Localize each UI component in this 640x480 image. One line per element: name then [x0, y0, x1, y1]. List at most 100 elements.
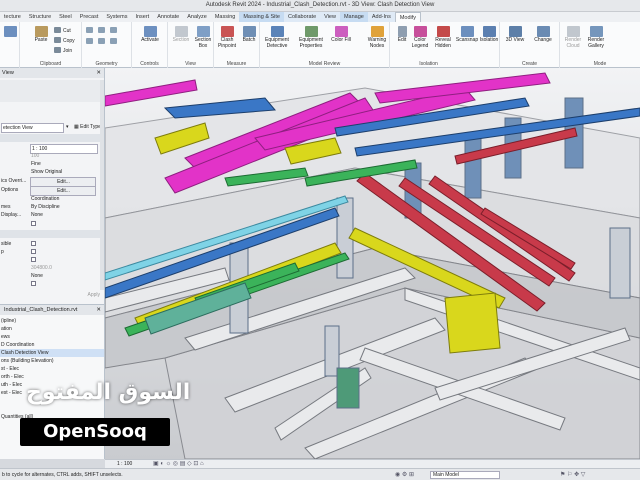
- property-row[interactable]: Coordination: [0, 195, 104, 203]
- browser-item[interactable]: ons (Building Elevation): [0, 357, 104, 365]
- parts-visibility-value[interactable]: Show Original: [30, 168, 98, 176]
- ribbon-group-create: 3D View Change Create: [500, 22, 560, 68]
- property-row[interactable]: 304800.0: [0, 264, 104, 272]
- tab-systems[interactable]: Systems: [102, 12, 131, 22]
- clash-pinpoint-button[interactable]: Clash Pinpoint: [215, 26, 239, 49]
- change-button[interactable]: Change: [530, 26, 556, 44]
- property-row[interactable]: p: [0, 248, 104, 256]
- scansnap-button[interactable]: Scansnap: [455, 26, 479, 44]
- property-row[interactable]: 1 : 100: [0, 144, 104, 154]
- measure-group-label: Measure: [226, 61, 247, 67]
- property-row[interactable]: ics Overri... Edit...: [0, 177, 104, 187]
- equipment-detective-button[interactable]: Equipment Detective: [262, 26, 292, 49]
- tab-architecture[interactable]: tecture: [0, 12, 25, 22]
- property-row[interactable]: Fine: [0, 160, 104, 168]
- checkbox[interactable]: [31, 241, 36, 246]
- detail-level-value[interactable]: Fine: [30, 160, 98, 168]
- property-row[interactable]: [0, 280, 104, 288]
- checkbox[interactable]: [31, 257, 36, 262]
- tab-modify[interactable]: Modify: [394, 12, 422, 22]
- modify-button[interactable]: [2, 26, 18, 38]
- discipline-value[interactable]: Coordination: [30, 195, 98, 203]
- property-row[interactable]: [0, 256, 104, 264]
- view-control-icons[interactable]: ▣ ◐ ☼ ◎ ▤ ◇ ⊡ ⌂: [153, 460, 204, 467]
- 3d-view-button[interactable]: 3D View: [504, 26, 526, 44]
- property-row[interactable]: sible: [0, 240, 104, 248]
- edit-button[interactable]: Edit: [395, 26, 409, 44]
- equipment-properties-button[interactable]: Equipment Properties: [296, 26, 326, 49]
- tab-annotate[interactable]: Annotate: [153, 12, 183, 22]
- geometry-tool-2[interactable]: [98, 27, 107, 34]
- geometry-tool-1[interactable]: [86, 27, 95, 34]
- warning-nodes-button[interactable]: Warning Nodes: [360, 26, 394, 49]
- activate-button[interactable]: Activate: [136, 26, 164, 44]
- active-workset-selector[interactable]: Main Model: [430, 471, 500, 479]
- property-row[interactable]: None: [0, 272, 104, 280]
- clipboard-group-label: Clipboard: [39, 61, 62, 67]
- browser-item[interactable]: st - Elec: [0, 365, 104, 373]
- tab-precast[interactable]: Precast: [76, 12, 103, 22]
- geometry-tool-6[interactable]: [110, 38, 119, 45]
- tab-collaborate[interactable]: Collaborate: [284, 12, 321, 22]
- activate-icon: [143, 26, 157, 37]
- chevron-down-icon[interactable]: ▾: [66, 123, 69, 131]
- browser-item[interactable]: ews: [0, 333, 104, 341]
- ribbon-group-select: [0, 22, 20, 68]
- section-box-button[interactable]: Section Box: [192, 26, 214, 49]
- browser-item[interactable]: (ipline): [0, 317, 104, 325]
- paste-button[interactable]: Paste: [32, 26, 50, 44]
- browser-item[interactable]: ation: [0, 325, 104, 333]
- selection-filter-icons[interactable]: ⚑ ⚐ ✥ ▽: [560, 471, 585, 478]
- apply-button[interactable]: Apply: [87, 292, 100, 298]
- property-row[interactable]: Show Original: [0, 168, 104, 176]
- checkbox[interactable]: [31, 281, 36, 286]
- status-icons[interactable]: ◉ ⚙ ⊞: [395, 471, 414, 478]
- property-row[interactable]: [0, 220, 104, 228]
- close-icon[interactable]: ✕: [96, 68, 101, 78]
- isolation-button[interactable]: Isolation: [479, 26, 499, 44]
- tab-add-ins[interactable]: Add-Ins: [367, 12, 395, 22]
- tab-massing[interactable]: Massing: [211, 12, 239, 22]
- join-button[interactable]: Join: [54, 47, 72, 54]
- sun-path-value[interactable]: None: [30, 211, 98, 219]
- edit-type-button[interactable]: ▦ Edit Type: [74, 123, 101, 131]
- property-row[interactable]: Options Edit...: [0, 186, 104, 196]
- checkbox[interactable]: [31, 221, 36, 226]
- render-gallery-button[interactable]: Render Gallery: [584, 26, 608, 49]
- close-icon[interactable]: ✕: [96, 305, 101, 315]
- tab-structure[interactable]: Structure: [25, 12, 55, 22]
- show-hidden-lines-value[interactable]: By Discipline: [30, 203, 98, 211]
- geometry-tool-3[interactable]: [110, 27, 119, 34]
- color-fill-button[interactable]: Color Fill: [328, 26, 354, 44]
- reveal-hidden-button[interactable]: Reveal Hidden: [432, 26, 454, 49]
- browser-item[interactable]: D Coordination: [0, 341, 104, 349]
- geometry-tool-5[interactable]: [98, 38, 107, 45]
- batch-button[interactable]: Batch: [239, 26, 259, 44]
- view-scale-selector[interactable]: 1 : 100: [117, 461, 132, 467]
- cut-button[interactable]: Cut: [54, 27, 71, 34]
- property-row[interactable]: Display... None: [0, 211, 104, 219]
- type-selector[interactable]: etection View: [1, 123, 64, 133]
- tab-analyze[interactable]: Analyze: [183, 12, 211, 22]
- warning-nodes-label: Warning Nodes: [367, 37, 387, 49]
- color-legend-button[interactable]: Color Legend: [410, 26, 430, 49]
- tab-massing-site[interactable]: Massing & Site: [239, 12, 284, 22]
- extents-section-header[interactable]: [0, 230, 104, 238]
- graphics-section-header[interactable]: [0, 134, 104, 142]
- geometry-tool-4[interactable]: [86, 38, 95, 45]
- render-cloud-button[interactable]: Render Cloud: [562, 26, 584, 49]
- phase-filter-value[interactable]: None: [30, 272, 98, 280]
- browser-item-selected[interactable]: Clash Detection View: [0, 349, 104, 357]
- tab-view[interactable]: View: [320, 12, 340, 22]
- mode-group-label: Mode: [593, 61, 607, 67]
- status-bar: b to cycle for alternates, CTRL adds, SH…: [0, 468, 640, 480]
- property-row[interactable]: mes By Discipline: [0, 203, 104, 211]
- checkbox[interactable]: [31, 249, 36, 254]
- tab-insert[interactable]: Insert: [131, 12, 153, 22]
- property-row[interactable]: 100: [0, 152, 104, 160]
- tab-steel[interactable]: Steel: [55, 12, 76, 22]
- tab-manage[interactable]: Manage: [339, 12, 368, 22]
- section-button[interactable]: Section: [170, 26, 192, 44]
- properties-scrollbar[interactable]: [100, 80, 104, 290]
- copy-button[interactable]: Copy: [54, 37, 75, 44]
